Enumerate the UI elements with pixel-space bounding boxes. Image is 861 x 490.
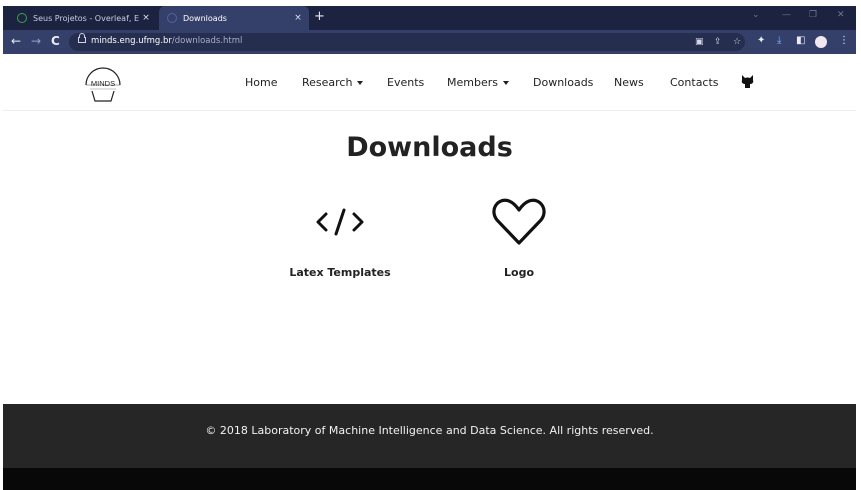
close-window-icon[interactable]: ✕	[837, 10, 845, 20]
new-tab-button[interactable]: +	[314, 9, 325, 24]
forward-icon[interactable]: →	[31, 34, 41, 48]
site-footer: © 2018 Laboratory of Machine Intelligenc…	[3, 404, 856, 468]
url-host: minds.eng.ufmg.br	[91, 36, 172, 46]
extensions-icon[interactable]: ✦	[757, 35, 765, 46]
copyright-text: © 2018 Laboratory of Machine Intelligenc…	[205, 424, 654, 437]
heart-icon[interactable]	[492, 197, 546, 247]
caret-down-icon	[357, 81, 364, 85]
minimize-icon[interactable]: —	[782, 10, 791, 20]
share-icon[interactable]: ⇪	[714, 37, 722, 47]
github-icon[interactable]	[741, 74, 754, 89]
nav-research[interactable]: Research	[302, 76, 364, 89]
page-title: Downloads	[346, 132, 513, 163]
logo-label[interactable]: Logo	[449, 266, 589, 279]
tab-overleaf[interactable]: Seus Projetos - Overleaf, Editor L ×	[9, 6, 157, 30]
bottom-bar	[3, 468, 856, 490]
tab-title: Downloads	[183, 13, 227, 23]
url-path: /downloads.html	[171, 36, 243, 46]
sidepanel-icon[interactable]: ◧	[796, 35, 805, 46]
nav-news[interactable]: News	[614, 76, 644, 89]
close-tab-icon[interactable]: ×	[291, 13, 305, 23]
nav-home[interactable]: Home	[245, 76, 277, 89]
profile-icon[interactable]	[815, 36, 827, 48]
tab-search-icon[interactable]: ⌄	[752, 10, 760, 20]
star-icon[interactable]: ☆	[733, 37, 741, 47]
translate-icon[interactable]: ▣	[695, 37, 704, 47]
nav-contacts[interactable]: Contacts	[670, 76, 719, 89]
logo-text: MINDS	[91, 79, 115, 88]
nav-members-label: Members	[447, 76, 498, 89]
download-icon[interactable]: ⤓	[777, 35, 781, 46]
site-navbar: MINDS Home Research Events Members Downl…	[3, 54, 856, 111]
latex-templates-card[interactable]: Latex Templates	[270, 194, 410, 279]
caret-down-icon	[502, 81, 509, 85]
back-icon[interactable]: ←	[11, 34, 21, 48]
address-bar[interactable]: minds.eng.ufmg.br/downloads.html ▣ ⇪ ☆	[69, 33, 745, 51]
tab-strip: Seus Projetos - Overleaf, Editor L × Dow…	[3, 6, 856, 30]
tab-downloads[interactable]: Downloads ×	[159, 6, 309, 30]
nav-downloads[interactable]: Downloads	[533, 76, 593, 89]
logo-card[interactable]: Logo	[449, 194, 589, 279]
restore-icon[interactable]: ❐	[809, 10, 817, 20]
url-text[interactable]: minds.eng.ufmg.br/downloads.html	[91, 36, 242, 46]
nav-events[interactable]: Events	[387, 76, 424, 89]
latex-templates-label[interactable]: Latex Templates	[270, 266, 410, 279]
nav-members[interactable]: Members	[447, 76, 509, 89]
browser-window: Seus Projetos - Overleaf, Editor L × Dow…	[3, 6, 856, 490]
nav-research-label: Research	[302, 76, 353, 89]
site-favicon-icon	[167, 13, 177, 23]
close-tab-icon[interactable]: ×	[139, 13, 153, 23]
lock-icon	[78, 33, 86, 43]
menu-icon[interactable]: ⋮	[839, 35, 849, 46]
browser-toolbar: ← → C minds.eng.ufmg.br/downloads.html ▣…	[3, 30, 856, 54]
code-icon[interactable]	[314, 207, 366, 237]
reload-icon[interactable]: C	[51, 34, 60, 48]
minds-logo[interactable]: MINDS	[83, 61, 123, 103]
tab-title: Seus Projetos - Overleaf, Editor L	[33, 13, 139, 23]
overleaf-favicon-icon	[17, 13, 27, 23]
